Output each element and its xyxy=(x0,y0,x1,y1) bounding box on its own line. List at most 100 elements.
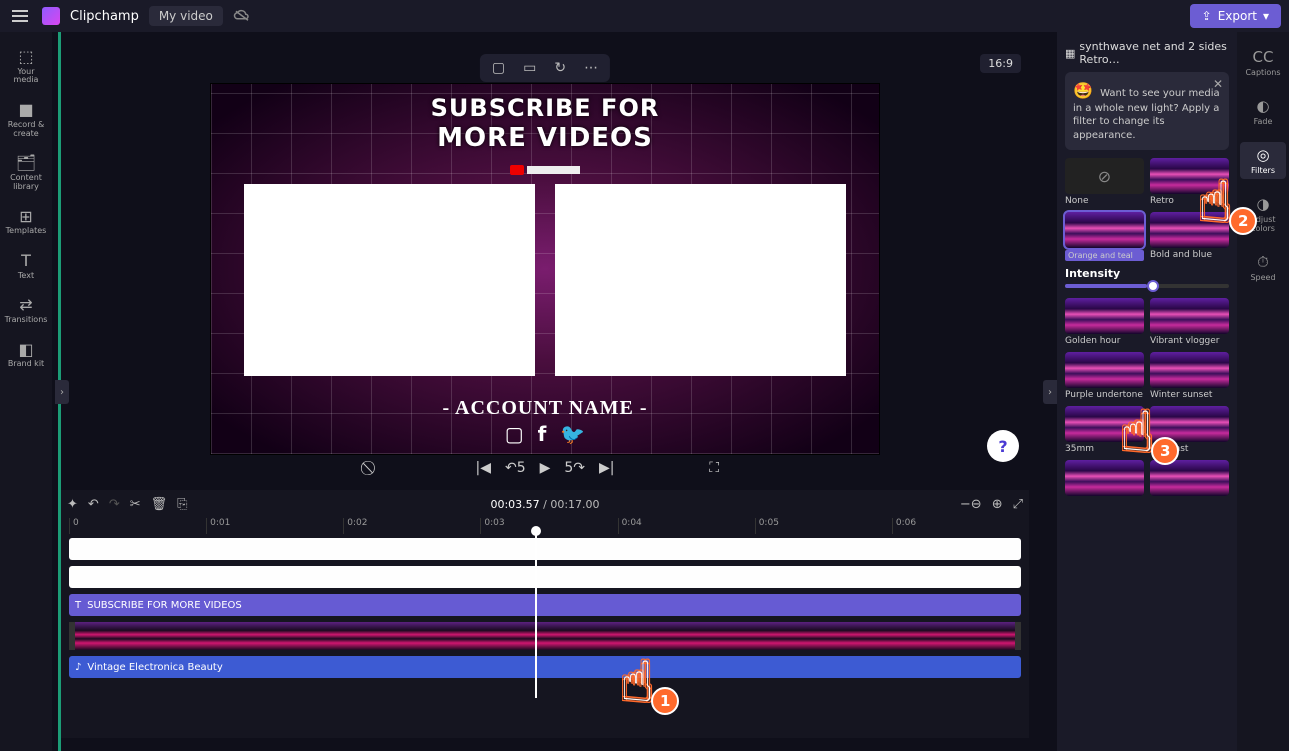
filter-none[interactable]: ⊘None xyxy=(1065,158,1144,206)
filter-vibrant-vlogger[interactable]: Vibrant vlogger xyxy=(1150,298,1229,346)
rotate-button[interactable]: ↻ xyxy=(548,58,572,78)
filter-purple-undertone[interactable]: Purple undertone xyxy=(1065,352,1144,400)
instagram-icon: ▢ xyxy=(505,422,524,446)
track-empty-1[interactable] xyxy=(69,538,1021,560)
track-text-clip[interactable]: T SUBSCRIBE FOR MORE VIDEOS xyxy=(69,594,1021,616)
delete-button[interactable]: 🗑 xyxy=(151,497,168,512)
timeline-time: 00:03.57 / 00:17.00 xyxy=(490,498,599,511)
adjust-icon: ◑ xyxy=(1256,195,1269,213)
skip-end-button[interactable]: ▶| xyxy=(599,460,614,476)
music-icon: ♪ xyxy=(75,662,81,673)
forward-5-button[interactable]: 5↷ xyxy=(564,460,585,476)
sidebar-item-templates[interactable]: ⊞Templates xyxy=(3,204,49,240)
properties-tabs: CCCaptions ◐Fade ◎Filters ◑Adjust colors… xyxy=(1237,32,1289,751)
templates-icon: ⊞ xyxy=(19,208,32,226)
timeline-toolbar: ✦ ↶ ↷ ✂ 🗑 ⎘ 00:03.57 / 00:17.00 −⊖ ⊕ ⤢ xyxy=(61,490,1029,518)
app-logo xyxy=(42,7,60,25)
playhead[interactable] xyxy=(535,534,537,698)
filter-tip: 🤩 Want to see your media in a whole new … xyxy=(1065,72,1229,150)
intensity-slider[interactable] xyxy=(1065,284,1229,288)
play-button[interactable]: ▶ xyxy=(540,460,551,476)
preview-canvas[interactable]: SUBSCRIBE FOR MORE VIDEOS - ACCOUNT NAME… xyxy=(211,84,879,454)
skip-start-button[interactable]: |◀ xyxy=(475,460,490,476)
emoji-icon: 🤩 xyxy=(1073,81,1093,100)
sidebar-item-brand-kit[interactable]: ◧Brand kit xyxy=(3,337,49,373)
zoom-out-button[interactable]: −⊖ xyxy=(960,497,982,512)
canvas-video-slots xyxy=(244,184,845,376)
fullscreen-button[interactable]: ⛶ xyxy=(709,460,719,476)
filter-more-1[interactable] xyxy=(1065,460,1144,496)
help-button[interactable]: ? xyxy=(987,430,1019,462)
canvas-account-name: - ACCOUNT NAME - xyxy=(211,397,879,420)
timeline-tracks: T SUBSCRIBE FOR MORE VIDEOS ♪ Vintage El… xyxy=(61,534,1029,738)
preview-toolbar: ▢ ▭ ↻ ⋯ xyxy=(480,54,610,82)
clip-title: ▦ synthwave net and 2 sides Retro… xyxy=(1065,40,1229,66)
sidebar-item-transitions[interactable]: ⇄Transitions xyxy=(3,292,49,328)
more-button[interactable]: ⋯ xyxy=(578,58,604,78)
menu-icon[interactable] xyxy=(8,6,32,26)
chevron-down-icon: ▾ xyxy=(1263,9,1269,23)
track-audio-clip[interactable]: ♪ Vintage Electronica Beauty xyxy=(69,656,1021,678)
zoom-fit-button[interactable]: ⤢ xyxy=(1013,497,1023,512)
media-icon: ⬚ xyxy=(18,48,33,66)
rewind-5-button[interactable]: ↶5 xyxy=(505,460,526,476)
auto-button[interactable]: ✦ xyxy=(67,497,78,512)
export-button[interactable]: ⇪ Export ▾ xyxy=(1190,4,1281,28)
track-video-clip[interactable] xyxy=(69,622,1021,650)
captions-icon: CC xyxy=(1253,48,1274,66)
playbar: ⃠ |◀ ↶5 ▶ 5↷ ▶| ⛶ xyxy=(211,454,879,482)
split-button[interactable]: ✂ xyxy=(130,497,141,512)
canvas-slot-2 xyxy=(555,184,846,376)
canvas-slot-1 xyxy=(244,184,535,376)
text-icon: T xyxy=(21,252,31,270)
duplicate-button[interactable]: ⎘ xyxy=(177,497,187,512)
canvas-youtube-badge xyxy=(510,164,580,176)
filter-more-2[interactable] xyxy=(1150,460,1229,496)
facebook-icon: f xyxy=(538,422,547,446)
pip-button[interactable]: ▭ xyxy=(517,58,542,78)
panel-expand-button[interactable]: › xyxy=(55,380,69,404)
close-icon[interactable]: ✕ xyxy=(1213,76,1223,92)
fade-icon: ◐ xyxy=(1256,97,1269,115)
tab-filters[interactable]: ◎Filters xyxy=(1240,142,1286,179)
filter-35mm[interactable]: 35mm xyxy=(1065,406,1144,454)
panel-collapse-button[interactable]: › xyxy=(1043,380,1057,404)
tab-captions[interactable]: CCCaptions xyxy=(1240,44,1286,81)
record-icon: ■ xyxy=(18,101,33,119)
sidebar-item-text[interactable]: TText xyxy=(3,248,49,284)
tab-adjust-colors[interactable]: ◑Adjust colors xyxy=(1240,191,1286,237)
undo-button[interactable]: ↶ xyxy=(88,497,99,512)
project-name[interactable]: My video xyxy=(149,6,223,26)
aspect-badge[interactable]: 16:9 xyxy=(980,54,1021,73)
sidebar-item-your-media[interactable]: ⬚Your media xyxy=(3,44,49,89)
topbar: Clipchamp My video ⇪ Export ▾ xyxy=(0,0,1289,32)
library-icon: 🗂 xyxy=(16,154,36,172)
properties-panel: ▦ synthwave net and 2 sides Retro… 🤩 Wan… xyxy=(1057,32,1237,751)
filter-orange-and-teal[interactable]: Orange and teal xyxy=(1065,212,1144,261)
filter-grid: ⊘None Retro Orange and teal Bold and blu… xyxy=(1065,158,1229,261)
filter-bold-and-blue[interactable]: Bold and blue xyxy=(1150,212,1229,261)
twitter-icon: 🐦 xyxy=(560,422,585,446)
tab-speed[interactable]: ⏱Speed xyxy=(1240,249,1286,286)
crop-button[interactable]: ▢ xyxy=(486,58,511,78)
brand-icon: ◧ xyxy=(18,341,33,359)
filter-retro[interactable]: Retro xyxy=(1150,158,1229,206)
app-name: Clipchamp xyxy=(70,9,139,24)
redo-button[interactable]: ↷ xyxy=(109,497,120,512)
canvas-title: SUBSCRIBE FOR MORE VIDEOS xyxy=(211,94,879,153)
sync-icon[interactable] xyxy=(233,7,251,26)
preview-wrap: ▢ ▭ ↻ ⋯ 16:9 SUBSCRIBE FOR MORE VIDEOS -… xyxy=(61,32,1029,490)
text-clip-icon: T xyxy=(75,600,81,611)
filter-golden-hour[interactable]: Golden hour xyxy=(1065,298,1144,346)
filter-contrast[interactable]: Contrast xyxy=(1150,406,1229,454)
transitions-icon: ⇄ xyxy=(19,296,32,314)
canvas-social-icons: ▢ f 🐦 xyxy=(211,422,879,446)
zoom-in-button[interactable]: ⊕ xyxy=(992,497,1003,512)
timeline-ruler[interactable]: 00:010:020:030:040:050:06 xyxy=(61,518,1029,534)
track-empty-2[interactable] xyxy=(69,566,1021,588)
sidebar-item-record[interactable]: ■Record & create xyxy=(3,97,49,142)
filter-grid-2: Golden hour Vibrant vlogger Purple under… xyxy=(1065,298,1229,496)
filter-winter-sunset[interactable]: Winter sunset xyxy=(1150,352,1229,400)
tab-fade[interactable]: ◐Fade xyxy=(1240,93,1286,130)
sidebar-item-content-library[interactable]: 🗂Content library xyxy=(3,150,49,195)
